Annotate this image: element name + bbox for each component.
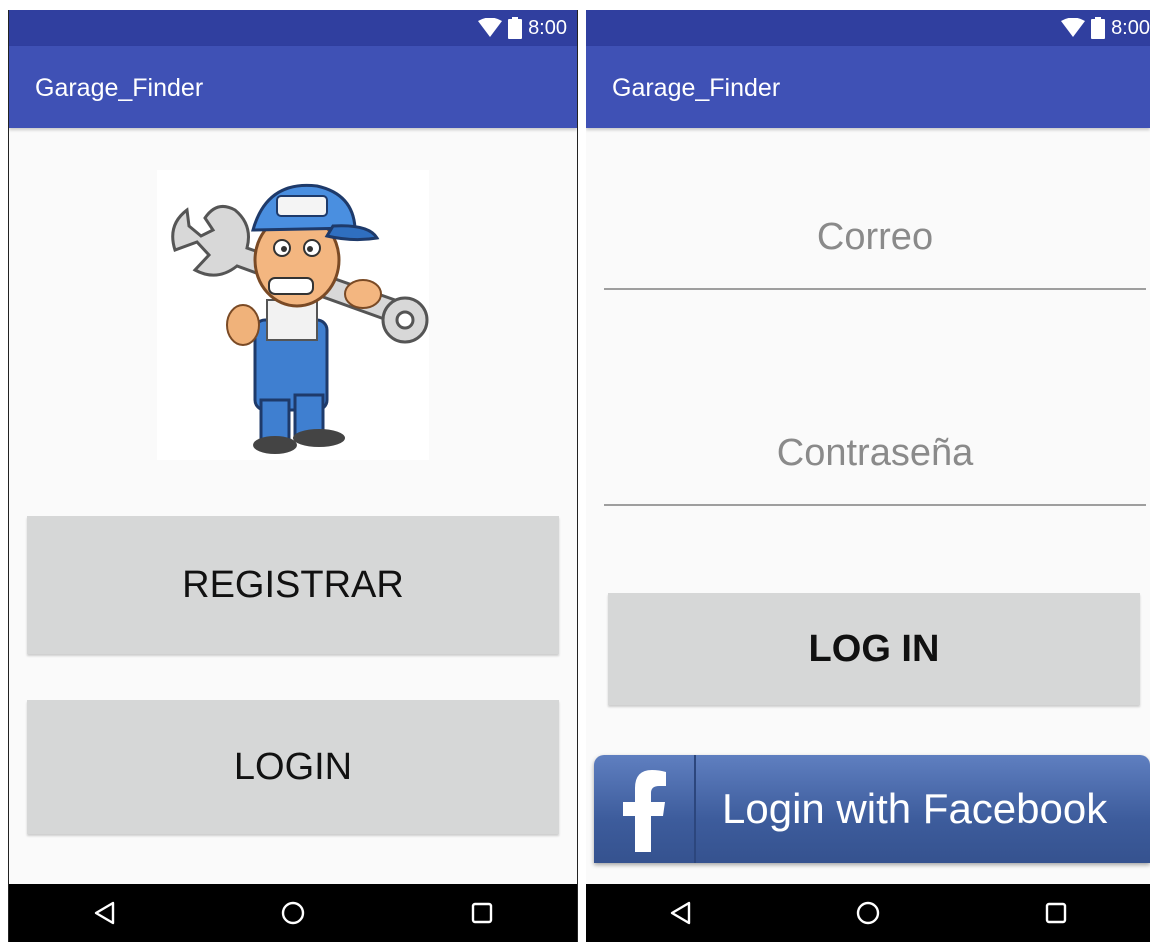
recents-icon[interactable] xyxy=(1026,893,1086,933)
login-button[interactable]: LOGIN xyxy=(27,700,559,834)
battery-icon xyxy=(1091,17,1106,39)
home-icon[interactable] xyxy=(838,893,898,933)
wifi-icon xyxy=(1061,18,1086,37)
status-time: 8:00 xyxy=(528,16,567,39)
app-bar: Garage_Finder xyxy=(586,46,1150,128)
back-icon[interactable] xyxy=(650,893,710,933)
log-in-button[interactable]: LOG IN xyxy=(608,593,1140,705)
facebook-f-icon xyxy=(623,770,666,852)
app-title: Garage_Finder xyxy=(612,74,781,102)
facebook-login-label: Login with Facebook xyxy=(722,785,1108,832)
home-icon[interactable] xyxy=(263,893,323,933)
wifi-icon xyxy=(478,18,503,37)
status-bar: 8:00 xyxy=(586,10,1150,46)
app-title: Garage_Finder xyxy=(35,74,204,102)
home-screen: 8:00 Garage_Finder REGISTRAR LOGIN xyxy=(8,10,578,942)
status-bar: 8:00 xyxy=(9,10,577,46)
facebook-login-button[interactable]: Login with Facebook xyxy=(594,755,1150,863)
password-field[interactable] xyxy=(604,402,1146,506)
login-screen: 8:00 Garage_Finder LOG IN Login with Fac… xyxy=(586,10,1150,942)
email-input[interactable] xyxy=(604,214,1146,260)
app-bar: Garage_Finder xyxy=(9,46,577,128)
password-input[interactable] xyxy=(604,430,1146,476)
battery-icon xyxy=(508,17,523,39)
status-time: 8:00 xyxy=(1111,16,1150,39)
navigation-bar xyxy=(9,884,577,942)
back-icon[interactable] xyxy=(74,893,134,933)
navigation-bar xyxy=(586,884,1150,942)
email-field[interactable] xyxy=(604,186,1146,290)
mechanic-illustration xyxy=(157,170,429,460)
register-button[interactable]: REGISTRAR xyxy=(27,516,559,654)
recents-icon[interactable] xyxy=(452,893,512,933)
